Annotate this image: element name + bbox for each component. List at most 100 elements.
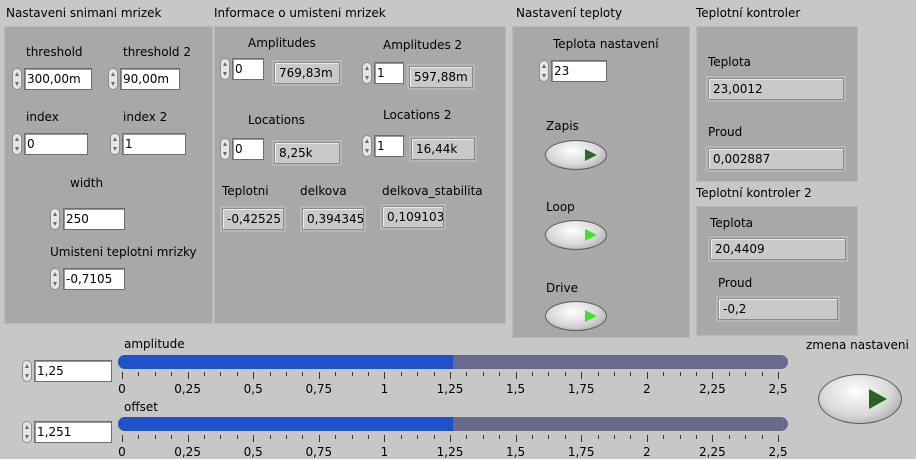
offset-scale-minor-tick bbox=[204, 435, 205, 439]
offset-scale-tick-label: 1,75 bbox=[567, 445, 595, 459]
amplitude-scale: 0 0,25 0,5 0,75 1 1,25 1,5 1,75 2 2,25 2,5 bbox=[118, 372, 788, 396]
locations2-index-input[interactable]: 1 bbox=[374, 135, 404, 157]
amplitude-scale-major-tick bbox=[778, 372, 779, 379]
offset-scale-major-tick bbox=[646, 435, 648, 442]
offset-scale-minor-tick bbox=[400, 435, 402, 439]
offset-scale-minor-tick bbox=[745, 435, 747, 439]
amplitude-slider[interactable] bbox=[118, 355, 788, 369]
teplota-nastaveni-input[interactable]: 23 bbox=[551, 60, 607, 82]
amplitude-scale-major-tick bbox=[581, 372, 583, 379]
offset-scale-minor-tick bbox=[171, 435, 173, 439]
offset-scale-minor-tick bbox=[679, 435, 681, 439]
amplitude-label: amplitude bbox=[124, 337, 185, 351]
offset-scale-major-tick bbox=[581, 435, 583, 442]
offset-scale-minor-tick bbox=[597, 435, 599, 439]
kontroler-proud-label: Proud bbox=[708, 125, 743, 139]
zmena-button[interactable] bbox=[818, 374, 902, 424]
offset-scale-minor-tick bbox=[335, 435, 337, 439]
offset-slider-fill bbox=[118, 417, 454, 431]
threshold-spinner[interactable] bbox=[12, 68, 22, 90]
amplitude-scale-minor-tick bbox=[482, 372, 484, 376]
offset-scale: 0 0,25 0,5 0,75 1 1,25 1,5 1,75 2 2,25 2,5 bbox=[118, 435, 788, 459]
amplitude-scale-major-tick bbox=[450, 372, 451, 379]
index2-input[interactable]: 1 bbox=[122, 133, 186, 155]
locations-index-input[interactable]: 0 bbox=[232, 138, 264, 160]
amplitudes2-index-input[interactable]: 1 bbox=[374, 62, 404, 84]
amplitude-scale-tick-label: 1,5 bbox=[506, 382, 526, 396]
index-input[interactable]: 0 bbox=[24, 133, 88, 155]
index-label: index bbox=[26, 110, 59, 124]
offset-scale-minor-tick bbox=[138, 435, 140, 439]
width-spinner[interactable] bbox=[50, 208, 60, 230]
amplitude-scale-minor-tick bbox=[745, 372, 747, 376]
offset-scale-minor-tick bbox=[220, 435, 222, 439]
zmena-led-icon bbox=[869, 389, 887, 409]
threshold-input[interactable]: 300,00m bbox=[24, 68, 92, 90]
loop-button[interactable] bbox=[545, 220, 607, 250]
loop-led-icon bbox=[585, 229, 597, 241]
locations2-value: 16,44k bbox=[411, 138, 475, 160]
offset-scale-minor-tick bbox=[236, 435, 238, 439]
amplitude-scale-major-tick bbox=[122, 372, 123, 379]
amplitudes-index-input[interactable]: 0 bbox=[232, 58, 264, 80]
teplotni-label: Teplotni bbox=[222, 184, 269, 198]
offset-scale-tick-label: 0 bbox=[118, 445, 126, 459]
amplitudes-index-spinner[interactable] bbox=[220, 58, 230, 80]
amplitude-scale-minor-tick bbox=[630, 372, 632, 376]
offset-scale-major-tick bbox=[318, 435, 320, 442]
kontroler2-proud-value: -0,2 bbox=[718, 298, 838, 320]
offset-scale-tick-label: 0,5 bbox=[243, 445, 263, 459]
offset-slider[interactable] bbox=[118, 417, 788, 431]
amplitude-scale-major-tick bbox=[253, 372, 255, 379]
umisteni-input[interactable]: -0,7105 bbox=[63, 268, 125, 290]
offset-input[interactable]: 1,251 bbox=[34, 421, 112, 443]
index2-spinner[interactable] bbox=[110, 133, 120, 155]
offset-scale-major-tick bbox=[187, 435, 189, 442]
umisteni-spinner[interactable] bbox=[50, 268, 60, 290]
locations-index-spinner[interactable] bbox=[220, 138, 230, 160]
amplitudes2-label: Amplitudes 2 bbox=[383, 38, 463, 52]
amplitude-input[interactable]: 1,25 bbox=[34, 360, 112, 382]
amplitude-scale-tick-label: 2 bbox=[642, 382, 651, 396]
offset-scale-major-tick bbox=[253, 435, 255, 442]
offset-scale-minor-tick bbox=[630, 435, 632, 439]
amplitude-scale-minor-tick bbox=[351, 372, 353, 376]
amplitude-scale-major-tick bbox=[712, 372, 714, 379]
amplitude-scale-minor-tick bbox=[548, 372, 550, 376]
kontroler2-teplota-value: 20,4409 bbox=[710, 238, 846, 260]
amplitude-scale-tick-label: 1,75 bbox=[567, 382, 595, 396]
drive-led-icon bbox=[585, 310, 597, 322]
threshold2-spinner[interactable] bbox=[108, 68, 118, 90]
threshold2-input[interactable]: 90,00m bbox=[120, 68, 180, 90]
zapis-button[interactable] bbox=[545, 140, 607, 170]
offset-scale-tick-label: 1 bbox=[380, 445, 389, 459]
index-spinner[interactable] bbox=[12, 133, 22, 155]
teplota-nastaveni-spinner[interactable] bbox=[539, 60, 549, 82]
offset-scale-minor-tick bbox=[548, 435, 550, 439]
offset-scale-tick-label: 2,25 bbox=[699, 445, 726, 459]
offset-spinner[interactable] bbox=[22, 421, 32, 443]
amplitude-spinner[interactable] bbox=[22, 360, 32, 382]
amplitude-scale-tick-label: 0,25 bbox=[174, 382, 201, 396]
amplitude-scale-minor-tick bbox=[286, 372, 287, 376]
amplitude-scale-minor-tick bbox=[532, 372, 533, 376]
offset-scale-minor-tick bbox=[433, 435, 435, 439]
width-input[interactable]: 250 bbox=[63, 208, 125, 230]
offset-scale-major-tick bbox=[778, 435, 779, 442]
amplitude-scale-tick-label: 1 bbox=[380, 382, 389, 396]
amplitude-scale-minor-tick bbox=[154, 372, 156, 376]
locations2-index-spinner[interactable] bbox=[362, 135, 372, 157]
delkova-value: 0,394345 bbox=[302, 208, 364, 230]
amplitude-scale-minor-tick bbox=[696, 372, 697, 376]
amplitudes2-index-spinner[interactable] bbox=[362, 62, 372, 84]
offset-scale-minor-tick bbox=[564, 435, 566, 439]
drive-button[interactable] bbox=[545, 301, 607, 331]
amplitude-scale-minor-tick bbox=[728, 372, 730, 376]
amplitude-scale-major-tick bbox=[646, 372, 648, 379]
offset-scale-minor-tick bbox=[532, 435, 533, 439]
offset-scale-major-tick bbox=[450, 435, 451, 442]
offset-scale-minor-tick bbox=[154, 435, 156, 439]
offset-scale-major-tick bbox=[712, 435, 714, 442]
kontroler-teplota-value: 23,0012 bbox=[708, 78, 844, 100]
offset-scale-minor-tick bbox=[761, 435, 763, 439]
